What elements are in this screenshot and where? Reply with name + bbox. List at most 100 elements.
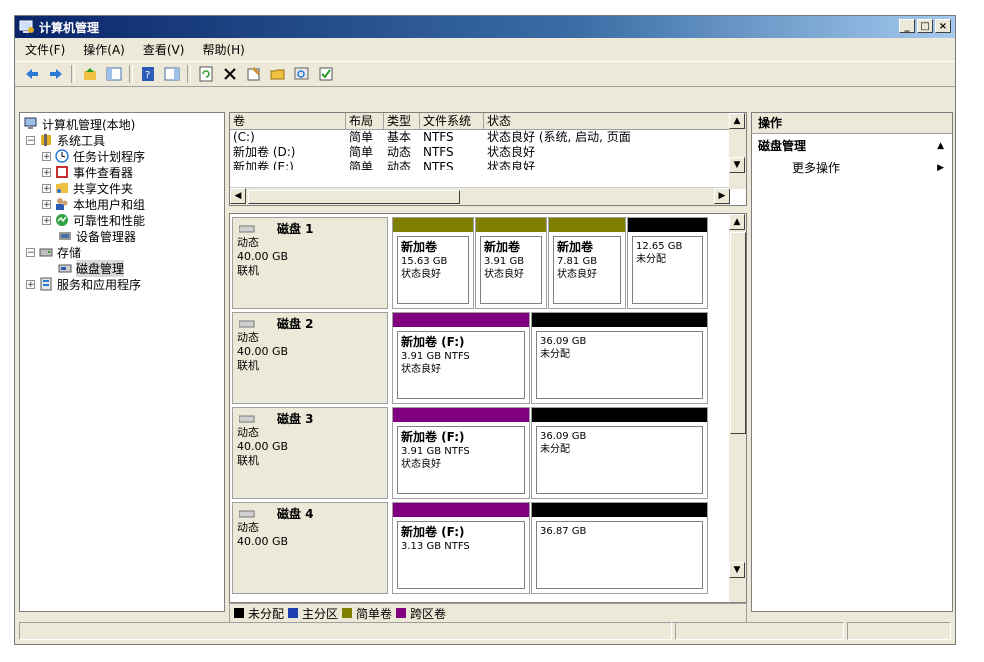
close-button[interactable]: × (935, 19, 951, 33)
tree-label-device-manager: 设备管理器 (76, 229, 137, 244)
volume-filesystem: NTFS (423, 145, 454, 159)
disk-view: 磁盘 1 动态 40.00 GB 联机 新加卷 15.63 GB 状态良好 新加卷 3… (229, 213, 747, 603)
expand-icon[interactable]: + (42, 199, 51, 209)
toolbar: ? (15, 61, 955, 87)
tree-item-reliability[interactable]: + 可靠性和性能 (20, 212, 224, 228)
tree-item-root[interactable]: 计算机管理(本地) (20, 116, 224, 132)
more-actions-item[interactable]: 更多操作 ▶ (752, 158, 952, 178)
horizontal-scrollbar[interactable]: ◀ ▶ (230, 187, 730, 205)
tree-item-shared-folders[interactable]: + 共享文件夹 (20, 180, 224, 196)
disk-info: 磁盘 3 动态 40.00 GB 联机 (232, 407, 388, 499)
menu-view[interactable]: 查看(V) (143, 41, 185, 58)
partition-spanned-volume[interactable]: 新加卷 (F:) 3.13 GB NTFS (392, 502, 530, 594)
scroll-left-button[interactable]: ◀ (230, 188, 246, 204)
scroll-thumb[interactable] (730, 232, 746, 434)
disk-row[interactable]: 磁盘 2 动态 40.00 GB 联机 新加卷 (F:) 3.91 GB NTFS… (232, 312, 728, 404)
forward-button[interactable] (47, 65, 65, 83)
disk-view-vertical-scrollbar[interactable]: ▲ ▼ (729, 214, 746, 602)
partition-size: 7.81 GB (557, 256, 598, 267)
partition-unallocated[interactable]: 36.09 GB 未分配 (531, 312, 708, 404)
title-bar[interactable]: 计算机管理 _ □ × (15, 16, 955, 38)
disk-size: 40.00 GB (237, 250, 289, 263)
vertical-scrollbar[interactable]: ▲ ▼ (729, 113, 746, 189)
menu-action[interactable]: 操作(A) (83, 41, 125, 58)
expand-icon[interactable]: + (42, 167, 51, 177)
column-header-filesystem[interactable]: 文件系统 (420, 113, 484, 129)
volume-layout: 简单 (349, 130, 374, 144)
table-row[interactable]: 新加卷 (D:) 简单 动态 NTFS 状态良好 (230, 145, 746, 160)
scroll-thumb[interactable] (248, 190, 460, 204)
tree-label-services: 服务和应用程序 (57, 277, 142, 292)
collapse-icon[interactable]: − (26, 135, 35, 145)
disk-info: 磁盘 4 动态 40.00 GB (232, 502, 388, 594)
show-action-pane-button[interactable] (163, 65, 181, 83)
scroll-down-button[interactable]: ▼ (729, 157, 745, 173)
maximize-button[interactable]: □ (917, 19, 933, 33)
partition-size: 12.65 GB (636, 241, 683, 252)
show-hide-tree-button[interactable] (105, 65, 123, 83)
more-actions-label: 更多操作 (792, 161, 841, 175)
disk-row[interactable]: 磁盘 3 动态 40.00 GB 联机 新加卷 (F:) 3.91 GB NTFS… (232, 407, 728, 499)
properties-button[interactable] (245, 65, 263, 83)
action-pane-icon (164, 67, 180, 81)
search-button[interactable] (293, 65, 311, 83)
help-button[interactable]: ? (139, 65, 157, 83)
tree-item-storage[interactable]: − 存储 (20, 244, 224, 260)
disk-properties-button[interactable] (317, 65, 335, 83)
collapse-arrow-icon[interactable]: ▲ (937, 134, 944, 158)
minimize-button[interactable]: _ (899, 19, 915, 33)
expand-icon[interactable]: + (42, 151, 51, 161)
menu-help[interactable]: 帮助(H) (202, 41, 244, 58)
partition-unallocated[interactable]: 12.65 GB 未分配 (627, 217, 708, 309)
refresh-button[interactable] (197, 65, 215, 83)
collapse-icon[interactable]: − (26, 247, 35, 257)
back-button[interactable] (23, 65, 41, 83)
partition-title: 新加卷 (F:) (401, 335, 465, 349)
partition-simple-volume[interactable]: 新加卷 7.81 GB 状态良好 (548, 217, 626, 309)
partition-unallocated[interactable]: 36.87 GB (531, 502, 708, 594)
expand-icon[interactable]: + (42, 183, 51, 193)
column-header-layout[interactable]: 布局 (346, 113, 384, 129)
column-header-type[interactable]: 类型 (384, 113, 420, 129)
scroll-up-button[interactable]: ▲ (729, 214, 745, 230)
actions-section-disk-management[interactable]: 磁盘管理 ▲ (752, 134, 952, 158)
disk-row[interactable]: 磁盘 1 动态 40.00 GB 联机 新加卷 15.63 GB 状态良好 新加卷 3… (232, 217, 728, 309)
tree-item-event-viewer[interactable]: + 事件查看器 (20, 164, 224, 180)
up-level-button[interactable] (81, 65, 99, 83)
partition-unallocated[interactable]: 36.09 GB 未分配 (531, 407, 708, 499)
expand-icon[interactable]: + (26, 279, 35, 289)
partition-spanned-volume[interactable]: 新加卷 (F:) 3.91 GB NTFS 状态良好 (392, 312, 530, 404)
column-header-status[interactable]: 状态 (484, 113, 732, 129)
delete-button[interactable] (221, 65, 239, 83)
disk-row[interactable]: 磁盘 4 动态 40.00 GB 新加卷 (F:) 3.13 GB NTFS 36… (232, 502, 728, 594)
table-row[interactable]: (C:) 简单 基本 NTFS 状态良好 (系统, 启动, 页面 (230, 130, 746, 145)
tree-item-local-users[interactable]: + 本地用户和组 (20, 196, 224, 212)
tree-item-task-scheduler[interactable]: + 任务计划程序 (20, 148, 224, 164)
partition-spanned-volume[interactable]: 新加卷 (F:) 3.91 GB NTFS 状态良好 (392, 407, 530, 499)
scroll-down-button[interactable]: ▼ (729, 562, 745, 578)
open-folder-button[interactable] (269, 65, 287, 83)
partition-simple-volume[interactable]: 新加卷 15.63 GB 状态良好 (392, 217, 474, 309)
forward-arrow-icon (50, 69, 62, 79)
tree-item-disk-management[interactable]: 磁盘管理 (20, 259, 224, 277)
tree-item-system-tools[interactable]: − 系统工具 (20, 132, 224, 148)
tree-item-services[interactable]: + 服务和应用程序 (20, 276, 224, 292)
disk-icon (239, 225, 255, 233)
tree-item-device-manager[interactable]: 设备管理器 (20, 228, 224, 244)
volume-name: 新加卷 (D:) (233, 145, 296, 159)
table-row[interactable]: 新加卷 (E:) 简单 动态 NTFS 状态良好 (230, 160, 746, 170)
menu-file[interactable]: 文件(F) (25, 41, 65, 58)
volume-type: 动态 (387, 145, 412, 159)
legend-label-unallocated: 未分配 (248, 606, 285, 621)
partition-title: 新加卷 (F:) (401, 525, 465, 539)
partition-title: 新加卷 (401, 240, 438, 254)
volume-type: 基本 (387, 130, 412, 144)
tree-label-root: 计算机管理(本地) (42, 117, 136, 132)
volume-type-bar (393, 313, 529, 327)
tree-label-system-tools: 系统工具 (57, 133, 106, 148)
expand-icon[interactable]: + (42, 215, 51, 225)
scroll-right-button[interactable]: ▶ (714, 188, 730, 204)
column-header-volume[interactable]: 卷 (230, 113, 346, 129)
scroll-up-button[interactable]: ▲ (729, 113, 745, 129)
partition-simple-volume[interactable]: 新加卷 3.91 GB 状态良好 (475, 217, 547, 309)
